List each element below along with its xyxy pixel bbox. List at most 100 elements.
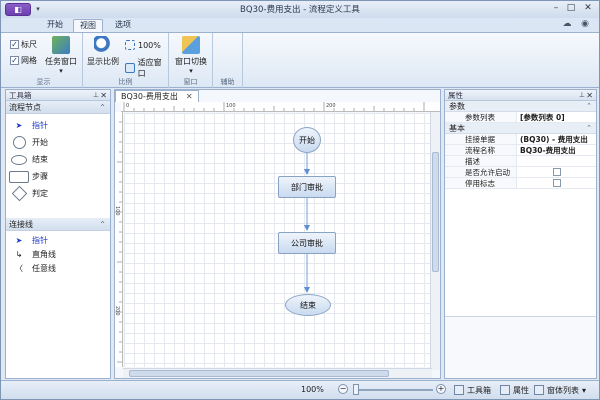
document-tab-label: BQ30-费用支出 (121, 92, 178, 101)
task-window-icon (52, 36, 70, 54)
close-icon[interactable]: ✕ (186, 91, 193, 102)
zoom-in-icon[interactable]: + (436, 384, 446, 394)
property-row[interactable]: 描述 (445, 156, 596, 167)
scroll-thumb[interactable] (432, 152, 439, 272)
property-key: 流程名称 (445, 145, 517, 155)
node-label: 结束 (300, 300, 316, 310)
connector-section-header[interactable]: 连接线 ⌃ (6, 218, 110, 231)
task-window-label: 任务窗口 (45, 57, 77, 66)
toolbox-item-step[interactable]: 步骤 (6, 168, 110, 185)
grid-checkbox[interactable]: ✓ 网格 (10, 55, 37, 66)
node-end[interactable]: 结束 (285, 294, 331, 316)
property-group-params[interactable]: 参数 ⌃ (445, 101, 596, 112)
tab-options[interactable]: 选项 (109, 19, 137, 32)
toolbox-item-end[interactable]: 结束 (6, 151, 110, 168)
node-department-approval[interactable]: 部门审批 (278, 176, 336, 198)
title-bar: ◧ ▾ BQ30-费用支出 - 流程定义工具 – □ ✕ (1, 1, 599, 18)
toolbox-item-right-angle-line[interactable]: ↳ 直角线 (6, 247, 110, 261)
window-title: BQ30-费用支出 - 流程定义工具 (240, 5, 360, 15)
horizontal-scrollbar[interactable] (123, 368, 432, 378)
property-key: 描述 (445, 156, 517, 166)
toolbox-item-label: 开始 (32, 138, 48, 147)
group-zoom-label: 比例 (118, 78, 133, 86)
disabled-flag-checkbox[interactable] (553, 179, 561, 187)
toolbox-item-label: 指针 (32, 121, 48, 130)
property-row[interactable]: 流程名称 BQ30-费用支出 (445, 145, 596, 156)
ruler-check-mark: ✓ (10, 40, 19, 49)
properties-toggle-button[interactable]: 属性 (497, 383, 532, 397)
node-start[interactable]: 开始 (293, 127, 321, 153)
help-icon[interactable]: ◉ (579, 19, 591, 29)
allow-start-checkbox[interactable] (553, 168, 561, 176)
property-row[interactable]: 参数列表 [参数列表 0] (445, 112, 596, 123)
toolbox-item-label: 步骤 (32, 172, 48, 181)
window-list-button[interactable]: 窗体列表 ▾ (531, 383, 589, 397)
toolbox-item-start[interactable]: 开始 (6, 134, 110, 151)
node-section-header[interactable]: 流程节点 ⌃ (6, 101, 110, 114)
close-icon[interactable]: ✕ (586, 90, 593, 101)
collapse-icon: ⌃ (99, 220, 106, 229)
task-window-button[interactable]: 任务窗口 ▾ (45, 36, 77, 75)
ruler-label: 100 (226, 103, 236, 109)
toolbox-header: 工具箱 ⊥ ✕ (6, 90, 110, 101)
vertical-scrollbar[interactable] (430, 112, 440, 370)
vertical-ruler: 100 200 (115, 112, 123, 367)
document-tab[interactable]: BQ30-费用支出 ✕ (115, 90, 199, 102)
property-value[interactable]: BQ30-费用支出 (517, 145, 596, 155)
node-label: 公司审批 (291, 238, 323, 248)
toolbox-icon (454, 385, 464, 395)
toolbox-item-pointer[interactable]: ➤ 指针 (6, 117, 110, 134)
toolbox-toggle-button[interactable]: 工具箱 (451, 383, 494, 397)
window-list-label: 窗体列表 (547, 385, 579, 395)
start-shape-icon (12, 136, 26, 149)
property-value[interactable]: [参数列表 0] (517, 112, 596, 122)
toolbox-item-label: 结束 (32, 155, 48, 164)
tab-view[interactable]: 视图 (73, 19, 103, 32)
window-switch-button[interactable]: 窗口切换 ▾ (175, 36, 207, 75)
pin-icon[interactable]: ⊥ (93, 90, 99, 101)
zoom-out-icon[interactable]: − (338, 384, 348, 394)
properties-title: 属性 (448, 91, 463, 100)
vertical-ruler-ticks: 100 200 (115, 121, 122, 363)
group-show: ✓ 标尺 ✓ 网格 任务窗口 ▾ 显示 (5, 33, 83, 88)
ruler-checkbox[interactable]: ✓ 标尺 (10, 39, 37, 50)
fit-window-button[interactable]: 适应窗口 (125, 57, 168, 79)
chevron-down-icon: ▾ (59, 67, 63, 75)
free-line-icon: 〈 (15, 263, 23, 273)
show-ratio-button[interactable]: 显示比例 (87, 36, 119, 67)
property-row[interactable]: 是否允许启动 (445, 167, 596, 178)
right-angle-line-icon: ↳ (15, 249, 23, 259)
zoom-slider-track[interactable] (355, 389, 433, 391)
close-icon[interactable]: ✕ (100, 90, 107, 101)
toolbox-item-label: 指针 (32, 235, 48, 245)
fit-window-label: 适应窗口 (137, 58, 162, 78)
zoom-slider-thumb[interactable] (353, 384, 359, 395)
status-bar: 100% − + 工具箱 属性 窗体列表 ▾ (1, 380, 599, 399)
ruler-label: 200 (326, 103, 336, 109)
maximize-icon[interactable]: □ (564, 3, 578, 15)
toolbox-item-free-line[interactable]: 〈 任意线 (6, 261, 110, 275)
node-company-approval[interactable]: 公司审批 (278, 232, 336, 254)
property-group-basic[interactable]: 基本 ⌃ (445, 123, 596, 134)
node-label: 开始 (299, 135, 315, 145)
collapse-icon: ⌃ (586, 124, 592, 132)
property-value[interactable] (517, 156, 596, 166)
toolbox-item-connector-pointer[interactable]: ➤ 指针 (6, 233, 110, 247)
property-row[interactable]: 停用标志 (445, 178, 596, 189)
tab-home[interactable]: 开始 (41, 19, 69, 32)
document-pane: BQ30-费用支出 ✕ 0 100 200 100 200 开始 部门审批 公司… (114, 89, 441, 379)
pin-icon[interactable]: ⊥ (579, 90, 585, 101)
property-row[interactable]: 挂接单据 (BQ30) - 费用支出 (445, 134, 596, 145)
property-value[interactable]: (BQ30) - 费用支出 (517, 134, 596, 144)
toolbox-item-decision[interactable]: 判定 (6, 185, 110, 202)
zoom-100-button[interactable]: 100% (125, 40, 161, 50)
style-icon[interactable]: ☁ (561, 19, 573, 29)
flow-canvas[interactable]: 开始 部门审批 公司审批 结束 (124, 113, 430, 367)
properties-header: 属性 ⊥ ✕ (445, 90, 596, 101)
close-icon[interactable]: ✕ (581, 3, 595, 15)
magnifier-icon (94, 36, 112, 54)
ruler-label: 标尺 (21, 40, 37, 49)
toolbox-title: 工具箱 (9, 91, 32, 100)
minimize-icon[interactable]: – (549, 3, 563, 15)
scroll-thumb[interactable] (129, 370, 389, 377)
